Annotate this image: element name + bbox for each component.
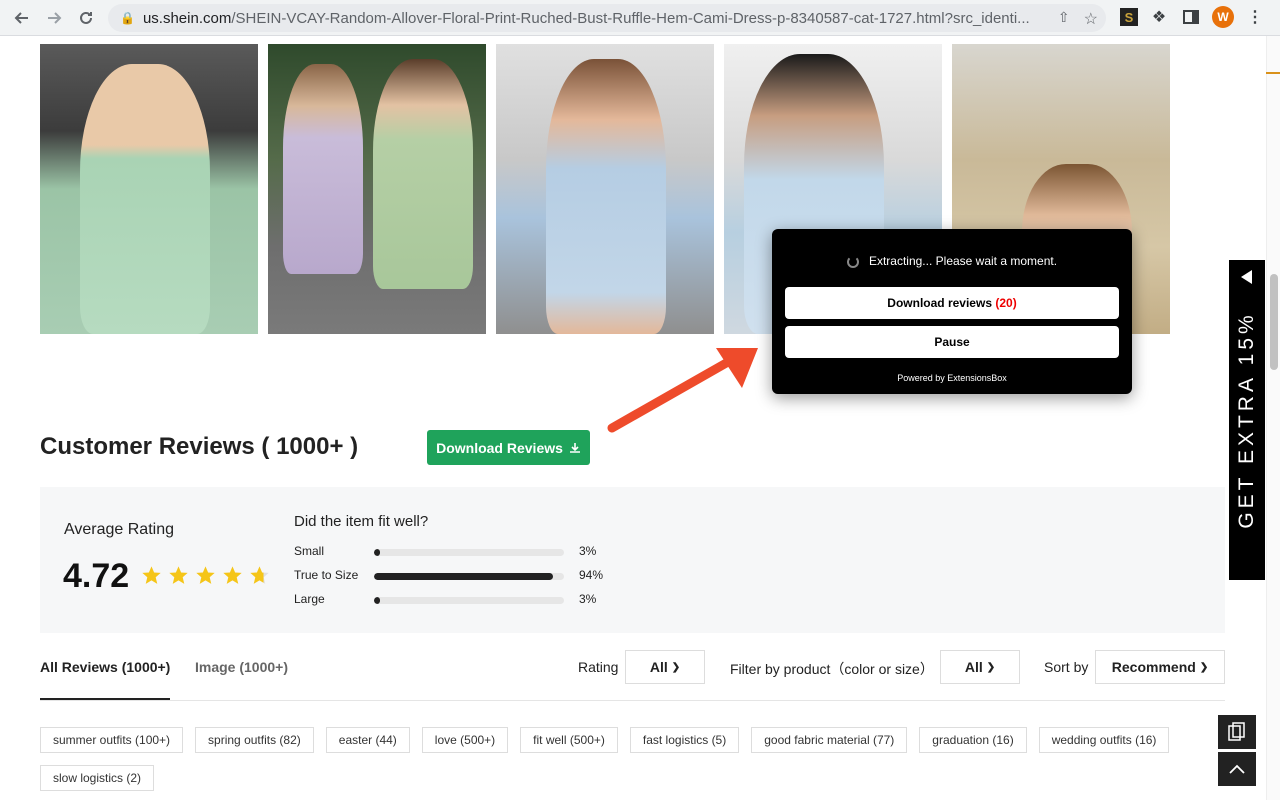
collapse-triangle-icon[interactable]	[1241, 270, 1253, 284]
rating-filter-value: All	[649, 659, 668, 675]
extension-popup: Extracting... Please wait a moment. Down…	[772, 229, 1132, 394]
chevron-up-icon	[1229, 764, 1245, 774]
get-extra-promo-tab[interactable]: GET EXTRA 15%	[1229, 260, 1265, 580]
customer-reviews-title: Customer Reviews ( 1000+ )	[40, 433, 359, 460]
tab-all-reviews[interactable]: All Reviews (1000+)	[40, 659, 170, 675]
fit-bar-fill	[374, 549, 380, 556]
fit-bar-fill	[374, 597, 380, 604]
powered-by: Powered by ExtensionsBox	[772, 373, 1132, 383]
fit-label: Small	[294, 544, 325, 558]
powered-prefix: Powered by	[897, 373, 945, 383]
url-host: us.shein.com	[142, 9, 232, 27]
star-icon	[250, 566, 269, 584]
lock-icon: 🔒	[120, 11, 135, 25]
average-rating-label: Average Rating	[64, 521, 174, 538]
powered-brand[interactable]: ExtensionsBox	[947, 373, 1007, 383]
bookmark-star-icon[interactable]: ☆	[1084, 9, 1098, 29]
pause-button[interactable]: Pause	[785, 326, 1119, 358]
fit-row-true-to-size: True to Size 94%	[294, 568, 634, 584]
review-tag[interactable]: good fabric material (77)	[751, 727, 908, 753]
chevron-down-icon: ❯	[671, 661, 681, 673]
promo-text: GET EXTRA 15%	[1235, 311, 1258, 529]
review-tag[interactable]: wedding outfits (16)	[1038, 727, 1170, 753]
copy-icon	[1228, 722, 1245, 741]
review-tag[interactable]: easter (44)	[325, 727, 410, 753]
fit-bar	[374, 597, 564, 604]
fit-bar	[374, 573, 564, 580]
share-icon[interactable]: ⇧	[1058, 9, 1070, 29]
divider	[40, 700, 1225, 701]
sort-value: Recommend	[1111, 659, 1196, 675]
browser-toolbar: 🔒 us.shein.com/SHEIN-VCAY-Random-Allover…	[0, 0, 1280, 36]
scrollbar-thumb[interactable]	[1270, 274, 1278, 370]
reload-icon[interactable]	[72, 4, 100, 32]
review-photo[interactable]	[268, 44, 486, 334]
back-icon[interactable]	[8, 4, 36, 32]
fit-percent: 3%	[579, 544, 597, 558]
product-filter-label: Filter by product（color or size）	[730, 661, 934, 677]
sort-select[interactable]: Recommend ❯	[1095, 650, 1225, 684]
side-panel-icon[interactable]	[1180, 6, 1202, 28]
scroll-marker	[1266, 72, 1280, 74]
rating-summary-panel: Average Rating 4.72 Did the item fit wel…	[40, 487, 1225, 633]
product-filter-select[interactable]: All ❯	[940, 650, 1020, 684]
extensions-puzzle-icon[interactable]: ❖	[1148, 6, 1170, 28]
loading-spinner-icon	[846, 255, 859, 268]
forward-icon[interactable]	[40, 4, 68, 32]
fit-percent: 3%	[579, 592, 597, 606]
star-icon	[142, 566, 161, 584]
rating-filter-label: Rating	[578, 659, 619, 675]
fit-row-large: Large 3%	[294, 592, 634, 608]
download-reviews-popup-button[interactable]: Download reviews (20)	[785, 287, 1119, 319]
fit-label: Large	[294, 592, 325, 606]
fit-percent: 94%	[579, 568, 604, 582]
review-tag[interactable]: fit well (500+)	[520, 727, 618, 753]
review-tag[interactable]: spring outfits (82)	[195, 727, 314, 753]
rating-stars	[141, 565, 270, 586]
star-icon	[169, 566, 188, 584]
page-scrollbar[interactable]	[1266, 36, 1280, 800]
tab-image-reviews[interactable]: Image (1000+)	[195, 659, 288, 675]
chevron-down-icon: ❯	[1199, 661, 1209, 673]
profile-avatar[interactable]: W	[1212, 6, 1234, 28]
fit-question: Did the item fit well?	[294, 513, 429, 530]
download-reviews-button-label: Download Reviews	[436, 439, 563, 456]
fit-bar	[374, 549, 564, 556]
chevron-down-icon: ❯	[986, 661, 996, 673]
review-photo[interactable]	[496, 44, 714, 334]
download-icon	[569, 442, 580, 453]
address-bar[interactable]: 🔒 us.shein.com/SHEIN-VCAY-Random-Allover…	[108, 4, 1106, 32]
review-tag[interactable]: love (500+)	[421, 727, 509, 753]
fit-bar-fill	[374, 573, 553, 580]
extension-s-icon[interactable]: S	[1120, 8, 1138, 26]
review-tag[interactable]: summer outfits (100+)	[40, 727, 184, 753]
review-tag[interactable]: graduation (16)	[919, 727, 1027, 753]
review-photo[interactable]	[40, 44, 258, 334]
fit-label: True to Size	[294, 568, 359, 582]
star-icon	[223, 566, 242, 584]
more-menu-icon[interactable]: ⋮	[1244, 6, 1266, 28]
review-tag[interactable]: fast logistics (5)	[629, 727, 740, 753]
review-tags: summer outfits (100+) spring outfits (82)…	[40, 727, 1190, 791]
download-reviews-label: Download reviews	[887, 296, 992, 310]
rating-filter-select[interactable]: All ❯	[625, 650, 705, 684]
back-to-top-button[interactable]	[1218, 752, 1256, 786]
review-tag[interactable]: slow logistics (2)	[40, 765, 155, 791]
copy-float-button[interactable]	[1218, 715, 1256, 749]
average-rating-value: 4.72	[63, 557, 130, 595]
star-icon	[196, 566, 215, 584]
red-arrow-annotation-icon	[607, 348, 758, 433]
popup-status-text: Extracting... Please wait a moment.	[868, 254, 1058, 268]
download-count: (20)	[995, 296, 1017, 310]
product-filter-value: All	[964, 659, 983, 675]
sort-label: Sort by	[1044, 659, 1089, 675]
url-path: /SHEIN-VCAY-Random-Allover-Floral-Print-…	[231, 9, 1030, 27]
download-reviews-button[interactable]: Download Reviews	[427, 430, 590, 465]
fit-row-small: Small 3%	[294, 544, 634, 560]
